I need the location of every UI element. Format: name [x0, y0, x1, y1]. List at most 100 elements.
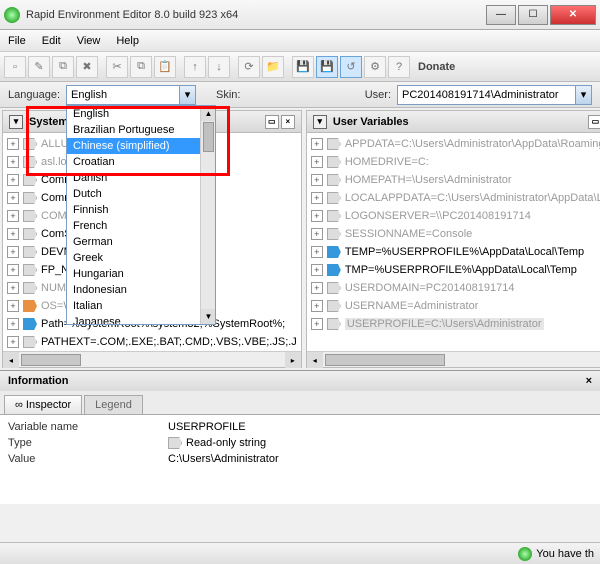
minimize-button[interactable]: —: [486, 5, 516, 25]
tool-rename[interactable]: ✎: [28, 56, 50, 78]
tool-down[interactable]: ↓: [208, 56, 230, 78]
variable-row[interactable]: +HOMEPATH=\Users\Administrator: [307, 171, 600, 189]
scroll-down-icon[interactable]: ▼: [201, 309, 216, 324]
tool-save[interactable]: 💾: [316, 56, 338, 78]
language-combo[interactable]: English ▾ EnglishBrazilian PortugueseChi…: [66, 85, 196, 105]
scroll-left-icon[interactable]: ◂: [3, 352, 19, 368]
expand-icon[interactable]: +: [311, 228, 323, 240]
language-option[interactable]: Italian: [67, 298, 215, 314]
panel-icon[interactable]: ▾: [9, 115, 23, 129]
tool-options[interactable]: ⚙: [364, 56, 386, 78]
chevron-down-icon[interactable]: ▾: [575, 86, 591, 104]
donate-link[interactable]: Donate: [418, 61, 455, 73]
language-option[interactable]: Danish: [67, 170, 215, 186]
menu-help[interactable]: Help: [116, 35, 139, 47]
titlebar[interactable]: Rapid Environment Editor 8.0 build 923 x…: [0, 0, 600, 30]
language-option[interactable]: Croatian: [67, 154, 215, 170]
tool-paste[interactable]: 📋: [154, 56, 176, 78]
variable-row[interactable]: +USERNAME=Administrator: [307, 297, 600, 315]
expand-icon[interactable]: +: [311, 156, 323, 168]
variable-row[interactable]: +TEMP=%USERPROFILE%\AppData\Local\Temp: [307, 243, 600, 261]
tab-inspector[interactable]: ∞ Inspector: [4, 395, 82, 414]
tool-backup[interactable]: 💾: [292, 56, 314, 78]
expand-icon[interactable]: +: [7, 300, 19, 312]
language-option[interactable]: Japanese: [67, 314, 215, 325]
scroll-thumb[interactable]: [203, 122, 214, 152]
expand-icon[interactable]: +: [7, 318, 19, 330]
scroll-right-icon[interactable]: ▸: [285, 352, 301, 368]
menu-edit[interactable]: Edit: [42, 35, 61, 47]
expand-icon[interactable]: +: [7, 138, 19, 150]
tool-refresh[interactable]: ⟳: [238, 56, 260, 78]
menu-view[interactable]: View: [77, 35, 101, 47]
language-option[interactable]: Indonesian: [67, 282, 215, 298]
tab-legend[interactable]: Legend: [84, 395, 143, 414]
tool-dup[interactable]: ⧉: [130, 56, 152, 78]
variable-row[interactable]: +HOMEDRIVE=C:: [307, 153, 600, 171]
variable-row[interactable]: + PATHEXT=.COM;.EXE;.BAT;.CMD;.VBS;.VBE;.…: [3, 333, 301, 351]
close-icon[interactable]: ×: [281, 115, 295, 129]
scroll-left-icon[interactable]: ◂: [307, 352, 323, 368]
variable-text: PATHEXT=.COM;.EXE;.BAT;.CMD;.VBS;.VBE;.J…: [41, 336, 297, 348]
language-option[interactable]: Brazilian Portuguese: [67, 122, 215, 138]
expand-icon[interactable]: +: [7, 264, 19, 276]
tool-up[interactable]: ↑: [184, 56, 206, 78]
user-tree[interactable]: +APPDATA=C:\Users\Administrator\AppData\…: [307, 133, 600, 351]
expand-icon[interactable]: +: [311, 210, 323, 222]
tool-restore[interactable]: ↺: [340, 56, 362, 78]
scroll-thumb[interactable]: [325, 354, 445, 366]
variable-row[interactable]: +SESSIONNAME=Console: [307, 225, 600, 243]
expand-icon[interactable]: +: [311, 318, 323, 330]
panel-icon[interactable]: ▾: [313, 115, 327, 129]
expand-icon[interactable]: +: [7, 246, 19, 258]
expand-icon[interactable]: +: [7, 282, 19, 294]
expand-icon[interactable]: +: [7, 210, 19, 222]
info-close-button[interactable]: ×: [586, 375, 592, 387]
variable-row[interactable]: +TMP=%USERPROFILE%\AppData\Local\Temp: [307, 261, 600, 279]
tool-cut[interactable]: ✂: [106, 56, 128, 78]
menu-file[interactable]: File: [8, 35, 26, 47]
expand-icon[interactable]: +: [7, 192, 19, 204]
expand-icon[interactable]: +: [7, 156, 19, 168]
collapse-icon[interactable]: ▭: [265, 115, 279, 129]
expand-icon[interactable]: +: [311, 246, 323, 258]
language-dropdown[interactable]: EnglishBrazilian PortugueseChinese (simp…: [66, 105, 216, 325]
expand-icon[interactable]: +: [311, 300, 323, 312]
variable-row[interactable]: +LOGONSERVER=\\PC201408191714: [307, 207, 600, 225]
language-option[interactable]: German: [67, 234, 215, 250]
expand-icon[interactable]: +: [311, 174, 323, 186]
scroll-thumb[interactable]: [21, 354, 81, 366]
expand-icon[interactable]: +: [7, 174, 19, 186]
language-option[interactable]: Finnish: [67, 202, 215, 218]
collapse-icon[interactable]: ▭: [588, 115, 600, 129]
language-option[interactable]: French: [67, 218, 215, 234]
variable-row[interactable]: +USERPROFILE=C:\Users\Administrator: [307, 315, 600, 333]
expand-icon[interactable]: +: [311, 282, 323, 294]
h-scrollbar[interactable]: ◂ ▸: [3, 351, 301, 367]
tool-open[interactable]: 📁: [262, 56, 284, 78]
scroll-up-icon[interactable]: ▲: [201, 106, 216, 121]
tool-delete[interactable]: ✖: [76, 56, 98, 78]
variable-row[interactable]: +USERDOMAIN=PC201408191714: [307, 279, 600, 297]
language-option[interactable]: Chinese (simplified): [67, 138, 215, 154]
expand-icon[interactable]: +: [311, 264, 323, 276]
expand-icon[interactable]: +: [7, 228, 19, 240]
dropdown-scrollbar[interactable]: ▲ ▼: [200, 106, 215, 324]
language-option[interactable]: Hungarian: [67, 266, 215, 282]
language-option[interactable]: Dutch: [67, 186, 215, 202]
expand-icon[interactable]: +: [311, 192, 323, 204]
language-option[interactable]: English: [67, 106, 215, 122]
chevron-down-icon[interactable]: ▾: [179, 86, 195, 104]
variable-row[interactable]: +APPDATA=C:\Users\Administrator\AppData\…: [307, 135, 600, 153]
expand-icon[interactable]: +: [7, 336, 19, 348]
user-combo[interactable]: PC201408191714\Administrator ▾: [397, 85, 592, 105]
tool-copy[interactable]: ⧉: [52, 56, 74, 78]
close-button[interactable]: ✕: [550, 5, 596, 25]
h-scrollbar[interactable]: ◂ ▸: [307, 351, 600, 367]
variable-row[interactable]: +LOCALAPPDATA=C:\Users\Administrator\App…: [307, 189, 600, 207]
tool-new[interactable]: ▫: [4, 56, 26, 78]
language-option[interactable]: Greek: [67, 250, 215, 266]
maximize-button[interactable]: ☐: [518, 5, 548, 25]
tool-help[interactable]: ?: [388, 56, 410, 78]
expand-icon[interactable]: +: [311, 138, 323, 150]
